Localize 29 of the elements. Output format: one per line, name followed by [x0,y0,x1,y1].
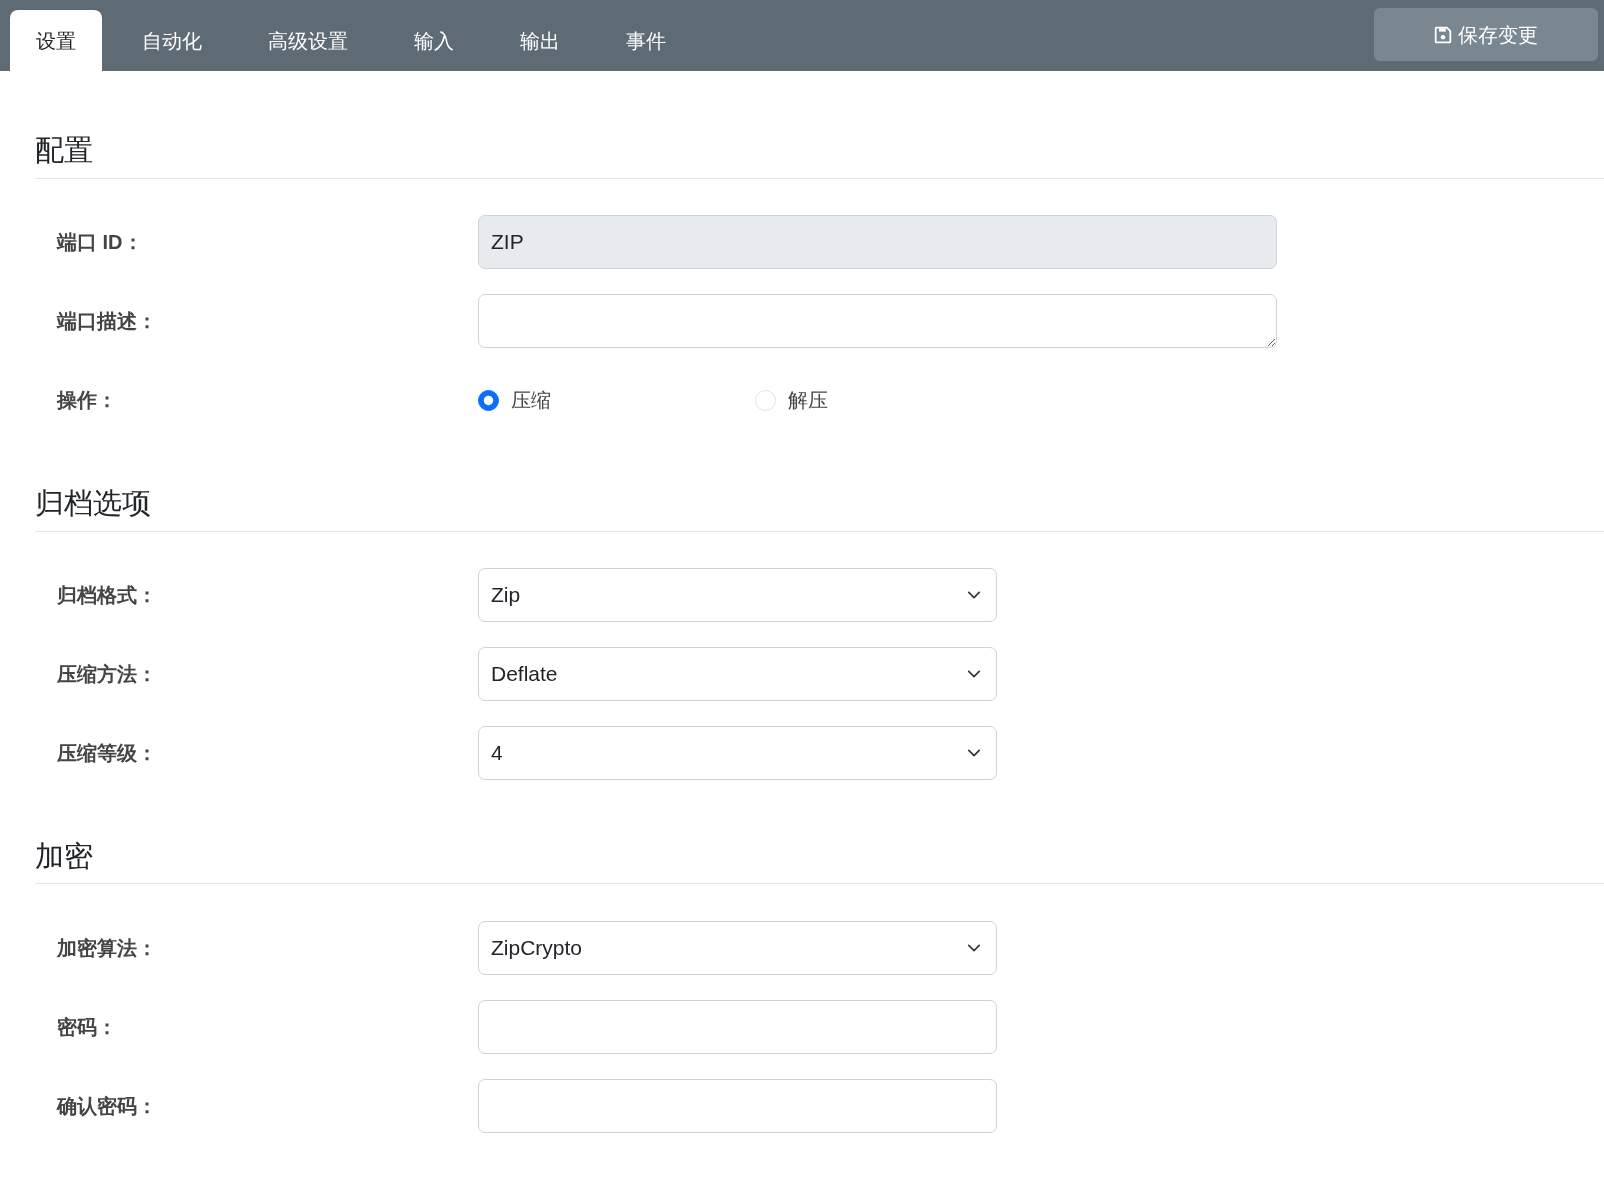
field-label: 操作： [57,388,118,414]
radio-button[interactable] [478,389,499,411]
section-heading: 归档选项 [35,485,1604,532]
dropdown[interactable]: ZipCrypto [478,920,997,975]
dropdown[interactable]: Zip [478,568,997,623]
save-button[interactable]: 保存变更 [1374,8,1598,61]
field-label: 确认密码： [57,1093,158,1119]
tab[interactable]: 高级设置 [242,10,374,71]
description-field[interactable] [478,294,1277,349]
field-label: 归档格式： [57,583,158,609]
field-label: 端口 ID： [57,230,144,256]
section-heading: 加密 [35,838,1604,885]
tab[interactable]: 设置 [10,10,102,71]
field-label: 压缩等级： [57,741,158,767]
field-label: 端口描述： [57,309,158,335]
field-label: 压缩方法： [57,662,158,688]
tab[interactable]: 事件 [600,10,692,71]
field-label: 密码： [57,1014,118,1040]
dropdown[interactable]: 4 [478,726,997,781]
field-label: 加密算法： [57,935,158,961]
tab[interactable]: 输入 [388,10,480,71]
radio-label: 压缩 [511,388,551,414]
password-field[interactable] [478,1078,997,1133]
password-field[interactable] [478,999,997,1054]
tab[interactable]: 输出 [494,10,586,71]
section-heading: 配置 [35,133,1604,179]
tab[interactable]: 自动化 [116,10,228,71]
radio-label: 解压 [788,388,828,414]
dropdown[interactable]: Deflate [478,647,997,702]
